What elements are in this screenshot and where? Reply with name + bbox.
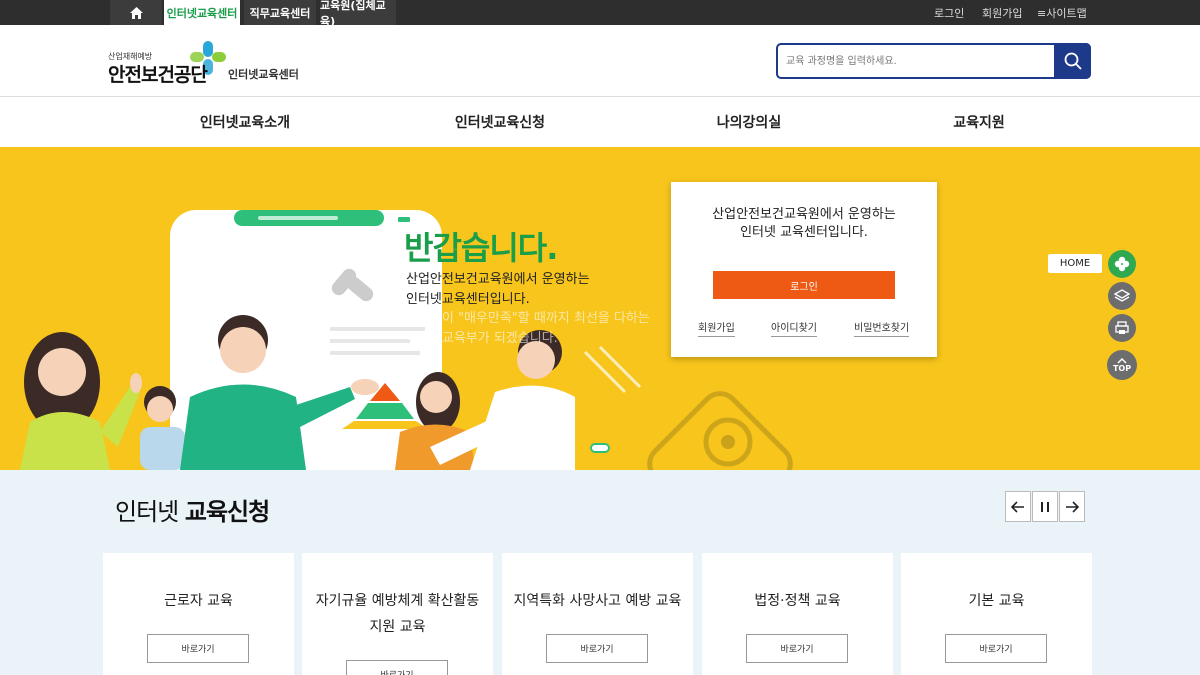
search-button[interactable] <box>1054 43 1091 79</box>
arrow-right-icon <box>1066 500 1079 513</box>
tab-group-edu[interactable]: 교육원(집체교육) <box>320 0 396 28</box>
layers-icon <box>1114 289 1130 302</box>
course-card: 근로자 교육 바로가기 <box>103 553 294 675</box>
course-card-name: 법정·정책 교육 <box>754 593 841 609</box>
course-card-name: 지역특화 사망사고 예방 교육 <box>513 593 682 609</box>
nav-internet-edu-apply[interactable]: 인터넷교육신청 <box>435 97 565 147</box>
top-label: TOP <box>1112 363 1132 373</box>
home-icon <box>129 6 143 19</box>
sitemap-link[interactable]: ≡사이트맵 <box>1037 0 1087 25</box>
hero-text-line: 고객님이 "매우만족"할 때까지 최선을 다하는 <box>406 311 650 326</box>
hero-text-line: 산업안전보건교육원에서 운영하는 <box>406 272 590 287</box>
course-go-button[interactable]: 바로가기 <box>346 660 448 675</box>
search-box <box>776 43 1091 79</box>
search-input[interactable] <box>786 45 1056 77</box>
login-button[interactable]: 로그인 <box>713 271 895 299</box>
quick-home-label[interactable]: HOME <box>1048 254 1102 273</box>
logo-name: 안전보건공단 <box>108 64 208 86</box>
quick-top-button[interactable]: TOP <box>1107 350 1137 380</box>
pause-button[interactable] <box>1032 491 1058 522</box>
hero-banner: 반갑습니다. 산업안전보건교육원에서 운영하는 인터넷교육센터입니다. 고객님이… <box>0 147 1200 470</box>
login-link[interactable]: 로그인 <box>934 0 964 25</box>
main-nav: 인터넷교육소개 인터넷교육신청 나의강의실 교육지원 <box>0 97 1200 147</box>
tab-internet-edu-center[interactable]: 인터넷교육센터 <box>164 0 240 25</box>
top-utility-bar: 인터넷교육센터 직무교육센터 교육원(집체교육) 로그인 회원가입 ≡사이트맵 <box>0 0 1200 28</box>
course-card: 지역특화 사망사고 예방 교육 바로가기 <box>502 553 693 675</box>
hero-headline: 반갑습니다. <box>404 229 558 267</box>
home-button[interactable] <box>110 0 162 25</box>
header: 산업재해예방 안전보건공단 인터넷교육센터 <box>0 25 1200 97</box>
hero-text-line: 이러닝교육부가 되겠습니다. <box>406 331 558 346</box>
site-logo[interactable]: 산업재해예방 안전보건공단 인터넷교육센터 <box>108 39 308 87</box>
course-card-name: 기본 교육 <box>968 593 1025 609</box>
nav-edu-support[interactable]: 교육지원 <box>914 97 1044 147</box>
hero-text-line: 인터넷교육센터입니다. <box>406 292 530 307</box>
find-password-link[interactable]: 비밀번호찾기 <box>854 319 910 337</box>
course-card-name: 근로자 교육 <box>164 593 233 609</box>
course-card: 자기규율 예방체계 확산활동 지원 교육 바로가기 <box>302 553 493 675</box>
course-card: 기본 교육 바로가기 <box>901 553 1092 675</box>
quick-home-button[interactable] <box>1108 250 1136 278</box>
course-go-button[interactable]: 바로가기 <box>746 634 848 663</box>
find-id-link[interactable]: 아이디찾기 <box>771 319 817 337</box>
pause-icon <box>1041 501 1049 512</box>
quick-print-button[interactable] <box>1108 314 1136 342</box>
course-go-button[interactable]: 바로가기 <box>147 634 249 663</box>
signup-link[interactable]: 회원가입 <box>698 319 735 337</box>
printer-icon <box>1115 321 1129 334</box>
search-icon <box>1064 52 1082 70</box>
course-go-button[interactable]: 바로가기 <box>546 634 648 663</box>
next-button[interactable] <box>1059 491 1085 522</box>
signup-link[interactable]: 회원가입 <box>982 0 1022 25</box>
clover-icon <box>1114 256 1130 272</box>
logo-subtitle: 인터넷교육센터 <box>228 68 299 81</box>
course-card: 법정·정책 교육 바로가기 <box>702 553 893 675</box>
course-go-button[interactable]: 바로가기 <box>945 634 1047 663</box>
nav-internet-edu-intro[interactable]: 인터넷교육소개 <box>180 97 310 147</box>
section-title: 인터넷 교육신청 <box>115 498 270 526</box>
login-box-message: 산업안전보건교육원에서 운영하는 인터넷 교육센터입니다. <box>712 207 896 240</box>
arrow-left-icon <box>1011 500 1024 513</box>
course-apply-section: 인터넷 교육신청 근로자 교육 바로가기 자기규율 예방체계 확산활동 지원 교… <box>0 470 1200 675</box>
course-card-name: 자기규율 예방체계 확산활동 지원 교육 <box>315 593 480 635</box>
prev-button[interactable] <box>1005 491 1031 522</box>
tab-job-edu-center[interactable]: 직무교육센터 <box>244 0 316 25</box>
nav-my-classroom[interactable]: 나의강의실 <box>684 97 814 147</box>
login-box: 산업안전보건교육원에서 운영하는 인터넷 교육센터입니다. 로그인 회원가입 아… <box>671 182 937 357</box>
quick-layers-button[interactable] <box>1108 282 1136 310</box>
